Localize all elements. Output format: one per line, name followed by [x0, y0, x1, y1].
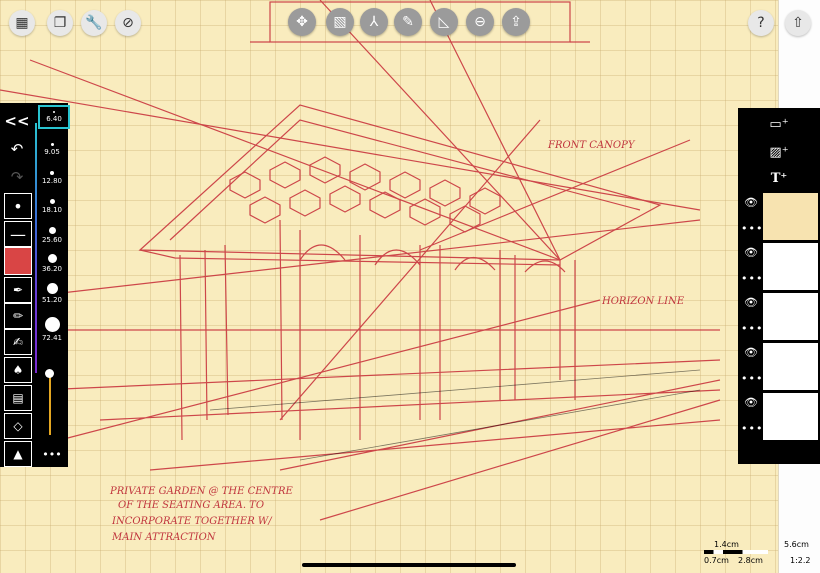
eye-icon[interactable]: 👁 [744, 346, 758, 359]
brush-size-option[interactable]: 6.40 [38, 105, 70, 129]
perspective-guide-icon[interactable]: ⅄ [360, 8, 388, 36]
scale-label-1: 1.4cm [714, 540, 739, 549]
note-line-4: MAIN ATTRACTION [112, 532, 216, 543]
brush-size-option[interactable]: 12.80 [38, 171, 66, 185]
add-image-icon[interactable]: ▨⁺ [738, 138, 820, 166]
dot-brush-icon[interactable]: • [4, 193, 32, 219]
layer-thumbnail[interactable] [763, 393, 818, 440]
layer-row[interactable]: 👁 ••• [738, 392, 820, 442]
wrench-icon[interactable]: 🔧 [81, 10, 107, 36]
scale-bar: 1.4cm 5.6cm 0.7cm 2.8cm 1:2.2 [700, 540, 811, 570]
brush-size-option[interactable]: 9.05 [38, 143, 66, 156]
scale-label-2: 5.6cm [784, 540, 809, 549]
color-swatch[interactable] [4, 247, 32, 275]
scale-ratio: 1:2.2 [790, 556, 811, 565]
new-page-icon[interactable]: ▭⁺ [738, 110, 820, 138]
hatch-fill-icon[interactable]: ▧ [326, 8, 354, 36]
brush-size-label: 36.20 [41, 265, 63, 273]
brush-size-option[interactable]: 36.20 [38, 254, 66, 273]
layers-stack-icon[interactable]: ❐ [47, 10, 73, 36]
note-line-1: PRIVATE GARDEN @ THE CENTRE [110, 486, 293, 497]
home-indicator[interactable] [302, 563, 516, 567]
canvas-view-icon[interactable]: ⊘ [115, 10, 141, 36]
brush-size-label: 18.10 [41, 206, 63, 214]
more-icon[interactable]: ••• [741, 422, 763, 435]
eye-icon[interactable]: 👁 [744, 196, 758, 209]
roller-tool-icon[interactable]: ▤ [4, 385, 32, 411]
more-options-button[interactable]: ••• [38, 448, 66, 461]
layer-row[interactable]: 👁 ••• [738, 242, 820, 292]
layer-row[interactable]: 👁 ••• [738, 342, 820, 392]
label-horizon-line: HORIZON LINE [602, 296, 685, 307]
collapse-panel-button[interactable]: << [4, 109, 30, 133]
eye-icon[interactable]: 👁 [744, 396, 758, 409]
brush-size-option[interactable]: 18.10 [38, 199, 66, 214]
brush-tool-icon[interactable]: ♠ [4, 357, 32, 383]
brush-size-column: 6.40 9.05 12.80 18.10 25.60 36.20 51.20 … [34, 103, 70, 467]
layer-row[interactable]: 👁 ••• [738, 292, 820, 342]
brush-panel: << ↶ ↷ • — ✒ ✏ ✍ ♠ ▤ ◇ ▲ 6.40 9.05 12.80… [0, 103, 70, 467]
minus-circle-icon[interactable]: ⊖ [466, 8, 494, 36]
scale-label-4: 2.8cm [738, 556, 763, 565]
add-text-label: T [770, 170, 781, 186]
more-icon[interactable]: ••• [741, 222, 763, 235]
ruler-triangle-icon[interactable]: ◺ [430, 8, 458, 36]
nib-tool-icon[interactable]: ▲ [4, 441, 32, 467]
scale-label-3: 0.7cm [704, 556, 729, 565]
help-icon[interactable]: ? [748, 10, 774, 36]
more-icon[interactable]: ••• [741, 322, 763, 335]
eye-icon[interactable]: 👁 [744, 296, 758, 309]
note-line-2: OF THE SEATING AREA. TO [118, 500, 265, 511]
more-icon[interactable]: ••• [741, 372, 763, 385]
note-line-3: INCORPORATE TOGETHER W/ [112, 516, 272, 527]
brush-size-label: 51.20 [41, 296, 63, 304]
brush-size-label: 12.80 [41, 177, 63, 185]
pen-tool-icon[interactable]: ✒ [4, 277, 32, 303]
tool-column: << ↶ ↷ • — ✒ ✏ ✍ ♠ ▤ ◇ ▲ [0, 103, 34, 467]
marker-tool-icon[interactable]: ✍ [4, 329, 32, 355]
pencil-icon[interactable]: ✎ [394, 8, 422, 36]
brush-size-label: 9.05 [44, 148, 60, 156]
brush-size-option[interactable]: 72.41 [38, 317, 66, 342]
brush-size-option[interactable]: 25.60 [38, 227, 66, 244]
undo-icon[interactable]: ↶ [4, 137, 30, 161]
add-text-icon[interactable]: T ⁺ [738, 164, 820, 192]
layer-thumbnail[interactable] [763, 193, 818, 240]
eye-icon[interactable]: 👁 [744, 246, 758, 259]
canopy-outline [138, 104, 662, 261]
redo-icon[interactable]: ↷ [4, 165, 30, 189]
grid-menu-icon[interactable]: ▦ [9, 10, 35, 36]
label-front-canopy: FRONT CANOPY [548, 140, 635, 151]
more-icon[interactable]: ••• [741, 272, 763, 285]
brush-size-label: 25.60 [41, 236, 63, 244]
share-icon[interactable]: ⇧ [785, 10, 811, 36]
transform-icon[interactable]: ✥ [288, 8, 316, 36]
layer-thumbnail[interactable] [763, 293, 818, 340]
brush-size-label: 6.40 [46, 115, 62, 123]
brush-size-option[interactable]: 51.20 [38, 283, 66, 304]
brush-size-label: 72.41 [41, 334, 63, 342]
layer-row[interactable]: 👁 ••• [738, 192, 820, 242]
pencil-tool-icon[interactable]: ✏ [4, 303, 32, 329]
layer-thumbnail[interactable] [763, 343, 818, 390]
layer-thumbnail[interactable] [763, 243, 818, 290]
eraser-icon[interactable]: ◇ [4, 413, 32, 439]
upload-icon[interactable]: ⇪ [502, 8, 530, 36]
line-weight-icon[interactable]: — [4, 221, 32, 247]
scale-ruler [704, 550, 768, 554]
opacity-slider-knob[interactable] [45, 369, 54, 378]
opacity-slider[interactable] [49, 373, 51, 435]
layers-panel: ▭⁺ ▨⁺ T ⁺ 👁 ••• 👁 ••• 👁 ••• 👁 ••• 👁 ••• [738, 108, 820, 464]
